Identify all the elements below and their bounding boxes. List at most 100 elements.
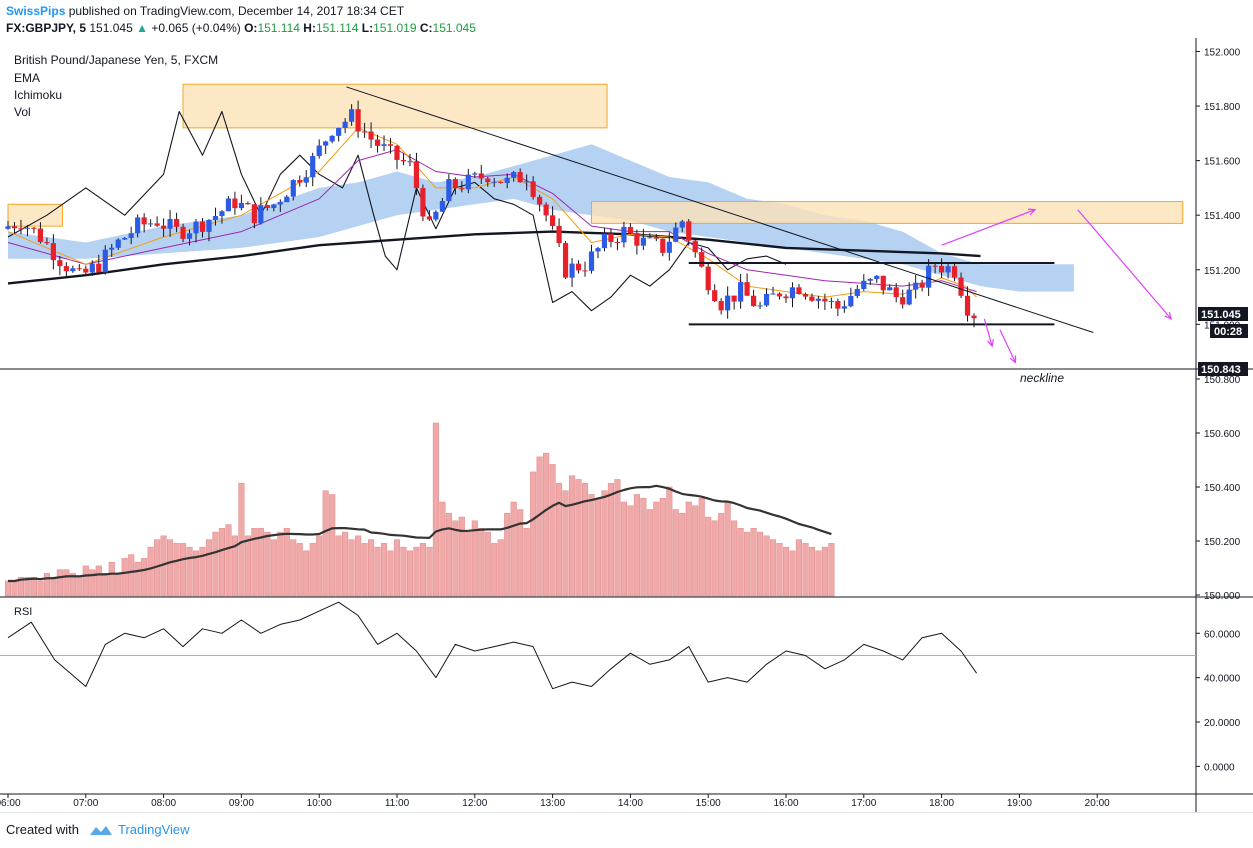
candle-body (264, 205, 270, 209)
candle-body (199, 221, 206, 232)
volume-bar (795, 539, 803, 597)
chart-area[interactable]: 152.000 151.800 151.600 151.400 151.200 151.0… (0, 38, 1253, 812)
candle-body (951, 266, 958, 278)
legend-ema[interactable]: EMA (14, 71, 40, 85)
candle-body (323, 141, 329, 146)
volume-bar (452, 520, 459, 597)
candle-body (478, 173, 484, 179)
candle-body (815, 298, 822, 301)
candle-body (251, 204, 257, 224)
candle-body (511, 172, 517, 178)
volume-bar (102, 573, 109, 597)
volume-bar (549, 464, 556, 597)
candle-body (491, 181, 497, 183)
author-link[interactable]: SwissPips (6, 4, 65, 18)
volume-bar (556, 482, 563, 597)
candle-body (368, 131, 374, 140)
time-tick-label: 07:00 (73, 798, 98, 809)
candle-body (258, 205, 264, 224)
time-tick-label: 09:00 (229, 798, 254, 809)
candle-body (731, 295, 737, 302)
candle-body (848, 295, 854, 307)
footer: Created with TradingView (0, 812, 1253, 848)
candle-body (472, 173, 478, 175)
legend-vol[interactable]: Vol (14, 105, 31, 119)
volume-bar (607, 482, 615, 597)
candle-body (686, 221, 692, 241)
candle-body (705, 266, 711, 291)
volume-bar (679, 513, 686, 597)
candle-body (608, 233, 614, 242)
volume-bar (82, 565, 89, 597)
candle-body (485, 178, 491, 183)
created-with-label: Created with (6, 822, 79, 837)
candle-body (342, 121, 348, 128)
volume-tick-label: 150.800 (1204, 375, 1241, 386)
time-tick-label: 16:00 (773, 798, 798, 809)
candle-body (355, 109, 361, 132)
rsi-tick-label: 40.0000 (1204, 674, 1241, 685)
candle-body (277, 202, 283, 205)
candle-body (614, 241, 621, 243)
volume-bar (569, 475, 576, 597)
candle-body (63, 266, 69, 272)
candle-body (76, 268, 82, 270)
time-tick-label: 13:00 (540, 798, 565, 809)
volume-bar (147, 546, 154, 597)
countdown-badge: 00:28 (1214, 326, 1242, 338)
volume-bar (776, 543, 783, 597)
volume-bar (400, 546, 407, 597)
crosshair-price-badge: 150.843 (1201, 364, 1241, 376)
candle-body (524, 181, 530, 183)
volume-bar (763, 535, 770, 597)
candle-body (245, 203, 251, 205)
close-value: 151.045 (432, 21, 476, 35)
candle-body (219, 211, 225, 217)
volume-bar (692, 505, 699, 597)
volume-bar (659, 497, 666, 597)
candle-body (109, 247, 115, 250)
volume-bar (50, 576, 57, 597)
time-tick-label: 08:00 (151, 798, 176, 809)
volume-bar (484, 531, 491, 597)
volume-bar (413, 546, 420, 597)
volume-bar (653, 501, 660, 597)
candle-body (835, 301, 841, 309)
candle-body (161, 225, 167, 229)
candle-body (900, 297, 906, 305)
candle-body (537, 196, 543, 205)
candle-body (692, 240, 698, 253)
volume-bar (56, 569, 63, 597)
volume-bar (724, 501, 731, 597)
candle-body (400, 159, 407, 162)
candle-body (37, 228, 44, 243)
candle-body (374, 139, 381, 146)
volume-bar (30, 576, 37, 597)
time-tick-label: 11:00 (385, 798, 410, 809)
volume-bar (355, 535, 362, 597)
volume-bar (491, 543, 498, 597)
candle-body (115, 239, 121, 248)
candle-body (640, 237, 646, 246)
volume-bar (744, 531, 751, 597)
volume-bar (471, 520, 478, 597)
volume-bar (95, 565, 102, 597)
candle-body (212, 216, 219, 220)
volume-bar (277, 531, 284, 597)
candle-body (238, 203, 244, 209)
change-arrow-icon: ▲ (136, 21, 148, 35)
ohlc-line: FX:GBPJPY, 5 151.045 ▲ +0.065 (+0.04%) O… (6, 21, 476, 35)
legend-ichimoku[interactable]: Ichimoku (14, 88, 62, 102)
candle-body (725, 295, 731, 311)
volume-bar (458, 516, 465, 597)
volume-bar (828, 543, 835, 597)
rsi-tick-label: 60.0000 (1204, 629, 1241, 640)
tradingview-link[interactable]: TradingView (118, 822, 190, 837)
candle-body (44, 242, 50, 244)
volume-bar (698, 497, 705, 597)
volume-bar (640, 497, 647, 597)
candle-body (452, 179, 458, 189)
candle-body (459, 188, 465, 190)
time-tick-label: 17:00 (851, 798, 876, 809)
candle-body (893, 287, 899, 298)
